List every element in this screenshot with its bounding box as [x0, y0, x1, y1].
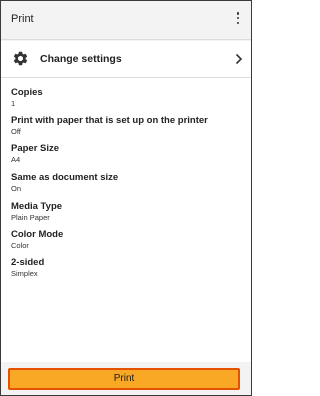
page-title: Print [11, 13, 34, 25]
setting-value: Plain Paper [11, 213, 50, 222]
setting-paper-size: Paper Size A4 [11, 143, 241, 165]
setting-color-mode: Color Mode Color [11, 229, 241, 251]
setting-two-sided: 2-sided Simplex [11, 257, 241, 279]
setting-name: 2-sided [11, 257, 45, 268]
setting-name: Same as document size [11, 172, 119, 183]
setting-value: A4 [11, 155, 21, 164]
print-screen: Print Change settings Copies 1 Print wit… [0, 0, 252, 396]
setting-value: On [11, 184, 22, 193]
setting-value: Color [11, 241, 29, 250]
change-settings-button[interactable]: Change settings [1, 41, 251, 77]
setting-copies: Copies 1 [11, 87, 241, 109]
print-button[interactable]: Print [8, 368, 240, 390]
setting-value: Off [11, 127, 21, 136]
chevron-right-icon [235, 53, 243, 65]
print-footer: Print [1, 362, 251, 395]
divider [1, 39, 251, 40]
setting-media-type: Media Type Plain Paper [11, 201, 241, 223]
change-settings-label: Change settings [40, 53, 122, 65]
setting-name: Copies [11, 87, 43, 98]
setting-document-size: Same as document size On [11, 172, 241, 194]
setting-name: Paper Size [11, 143, 60, 154]
setting-value: 1 [11, 99, 16, 108]
setting-name: Media Type [11, 201, 63, 212]
overflow-menu-icon[interactable] [235, 12, 241, 28]
setting-value: Simplex [11, 269, 38, 278]
settings-list: Copies 1 Print with paper that is set up… [1, 78, 251, 362]
setting-printer-paper: Print with paper that is set up on the p… [11, 115, 241, 137]
setting-name: Color Mode [11, 229, 64, 240]
setting-name: Print with paper that is set up on the p… [11, 115, 208, 126]
app-bar: Print [1, 1, 251, 39]
gear-icon [13, 51, 28, 66]
